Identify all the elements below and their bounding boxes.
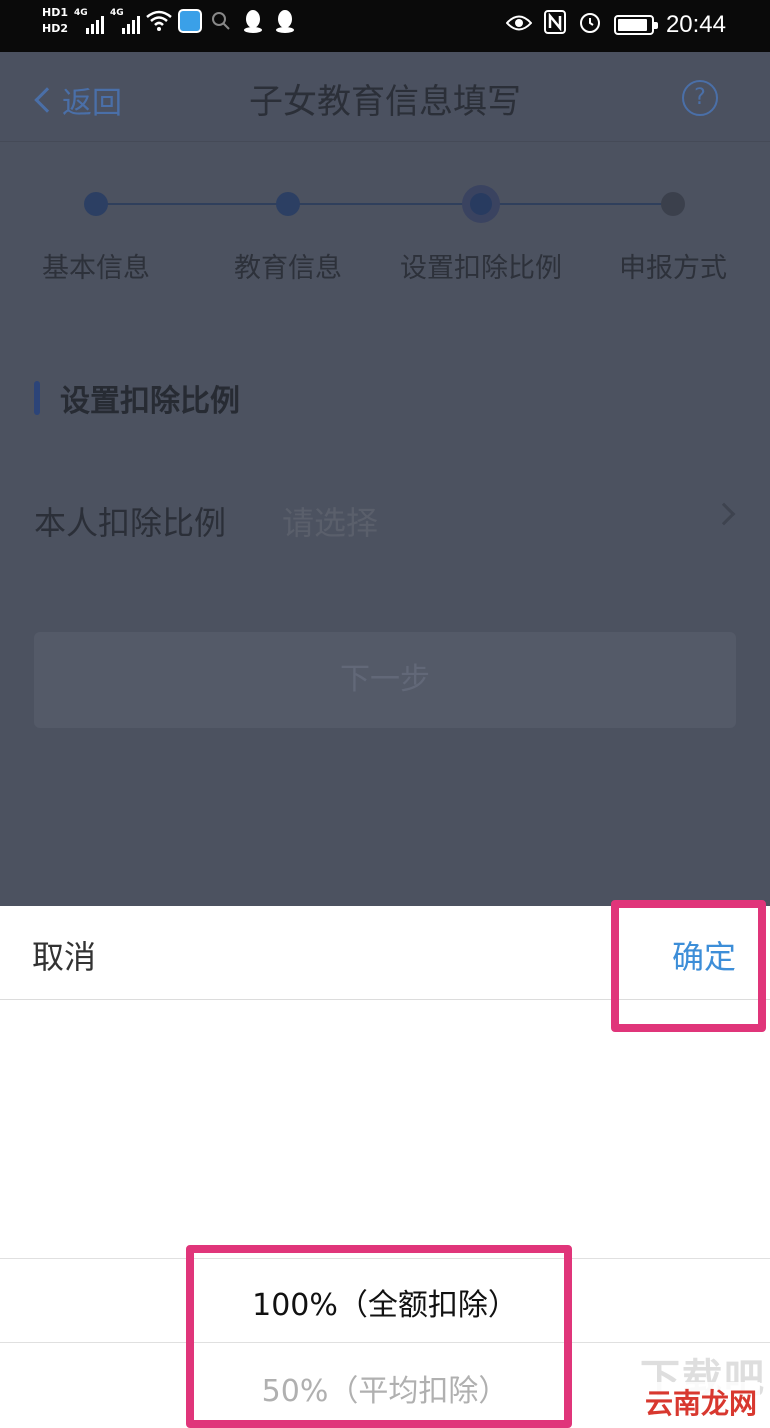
battery-fill bbox=[617, 19, 647, 31]
section-title: 设置扣除比例 bbox=[60, 384, 240, 419]
nfc-icon bbox=[543, 10, 566, 40]
wifi-icon bbox=[146, 8, 172, 34]
clock: 20:44 bbox=[665, 11, 726, 38]
step-label-declare: 申报方式 bbox=[619, 253, 727, 284]
hd1-label: HD1 bbox=[42, 6, 68, 19]
watermark-sub: 云南龙网 bbox=[641, 1382, 760, 1422]
progress-steps: 基本信息 教育信息 设置扣除比例 申报方式 bbox=[0, 142, 770, 322]
browser-app-icon bbox=[178, 9, 202, 33]
step-connector bbox=[96, 203, 673, 205]
qq-icon bbox=[272, 8, 298, 34]
net1-label: 4G bbox=[74, 8, 88, 18]
step-dot-2 bbox=[276, 192, 300, 216]
hd-indicator: HD1 HD2 bbox=[42, 6, 68, 36]
picker-toolbar: 取消 确定 bbox=[0, 906, 770, 1000]
status-left: HD1 HD2 4G 4G bbox=[42, 6, 298, 36]
status-right: 20:44 bbox=[505, 10, 726, 40]
chevron-right-icon bbox=[712, 502, 736, 526]
status-bar: HD1 HD2 4G 4G 20:44 bbox=[0, 0, 770, 52]
qq-icon bbox=[240, 8, 266, 34]
section-heading: 设置扣除比例 bbox=[34, 376, 240, 420]
search-icon bbox=[208, 8, 234, 34]
step-dot-1 bbox=[84, 192, 108, 216]
eye-icon bbox=[505, 13, 533, 38]
app-header: 返回 子女教育信息填写 ? bbox=[0, 52, 770, 142]
watermark: 下载吧 云南龙网 bbox=[616, 1346, 766, 1426]
next-step-button[interactable]: 下一步 bbox=[34, 632, 736, 728]
alarm-icon bbox=[578, 10, 602, 40]
step-label-basic: 基本信息 bbox=[42, 253, 150, 284]
deduction-ratio-row[interactable]: 本人扣除比例 请选择 bbox=[0, 470, 770, 566]
picker-option-full[interactable]: 100%（全额扣除） bbox=[0, 1280, 770, 1324]
step-label-deduction: 设置扣除比例 bbox=[400, 253, 562, 284]
row-label: 本人扣除比例 bbox=[34, 504, 227, 542]
row-placeholder: 请选择 bbox=[282, 504, 379, 542]
step-dot-3 bbox=[462, 185, 500, 223]
help-icon[interactable]: ? bbox=[682, 80, 718, 116]
net2-label: 4G bbox=[110, 8, 124, 18]
signal-icon: 4G bbox=[74, 8, 104, 34]
cancel-button[interactable]: 取消 bbox=[32, 932, 96, 978]
confirm-button[interactable]: 确定 bbox=[672, 932, 736, 978]
step-label-education: 教育信息 bbox=[234, 253, 342, 284]
signal-icon: 4G bbox=[110, 8, 140, 34]
battery-icon bbox=[613, 15, 658, 35]
page-title: 子女教育信息填写 bbox=[249, 82, 521, 122]
section-accent-bar bbox=[34, 381, 40, 415]
picker-selection-line-bottom bbox=[0, 1342, 770, 1343]
step-dot-4 bbox=[661, 192, 685, 216]
picker-selection-line-top bbox=[0, 1258, 770, 1259]
hd2-label: HD2 bbox=[42, 22, 68, 35]
